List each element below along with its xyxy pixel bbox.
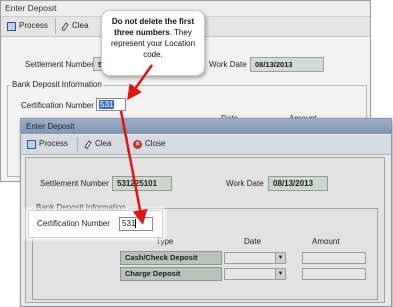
arrow-to-back-field xyxy=(127,64,154,101)
pointer-arrows xyxy=(119,64,154,225)
arrow-to-front-field xyxy=(119,110,148,225)
